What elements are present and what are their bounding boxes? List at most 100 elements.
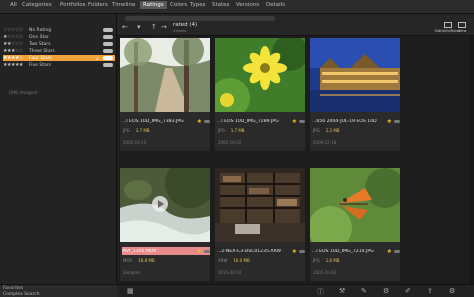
adjust-icon[interactable]: ⚙ bbox=[383, 287, 389, 295]
rating-label: Five Stars bbox=[29, 62, 51, 68]
star-icon: ★ bbox=[291, 117, 297, 125]
top-tab-bar: All Categories Portfolios Folders Timeli… bbox=[0, 0, 474, 14]
file-date: Samples bbox=[123, 270, 141, 275]
tab-ratings[interactable]: Ratings bbox=[140, 1, 167, 9]
left-bottom-panel: Favorites Complex Search bbox=[0, 284, 117, 297]
file-date: 2004-12-18 bbox=[313, 140, 337, 145]
settings-icon[interactable]: ⚙ bbox=[449, 287, 455, 295]
tab-states[interactable]: States bbox=[212, 2, 229, 8]
thumbnail-card[interactable]: ...2-NEX-C3-DSC01235.ARW ★ ARW 16.0 MB 201… bbox=[215, 168, 305, 281]
thumbnail-card[interactable]: ...l EOS 10D_IMG_7214.JPG ★ JPG 1.6 MB 200… bbox=[310, 168, 400, 281]
file-date: 2005-10-02 bbox=[313, 270, 337, 275]
star-icon: ★ bbox=[386, 117, 392, 125]
rating-label: No Rating bbox=[29, 27, 52, 33]
count-pill bbox=[103, 49, 113, 53]
file-type: JPG bbox=[123, 128, 130, 133]
file-size: 2.2 MB bbox=[325, 128, 340, 133]
stars-icon: ★★★★★ bbox=[3, 62, 23, 68]
rating-label: Four Stars bbox=[29, 55, 52, 61]
thumbnail-image bbox=[310, 168, 400, 242]
file-name-text: ...l EOS 10D_IMG_7214.JPG bbox=[312, 248, 374, 254]
thumbnail-card[interactable]: MVI_1305.MOV ★ MOV 18.8 MB Samples bbox=[120, 168, 210, 281]
file-name-text: ...l EOS 10D_IMG_7289.JPG bbox=[217, 118, 279, 124]
rating-label: One Star bbox=[29, 34, 49, 40]
vertical-scrollbar[interactable] bbox=[470, 36, 474, 284]
flag-icon bbox=[299, 119, 305, 123]
file-type: JPG bbox=[313, 258, 320, 263]
rating-row-four[interactable]: ★★★★☆ Four Stars × bbox=[3, 55, 115, 61]
file-name-text: ...l EOS 10D_IMG_7383.JPG bbox=[122, 118, 184, 124]
grid-view-icon[interactable]: ▦ bbox=[127, 287, 134, 295]
grid-icon bbox=[458, 22, 467, 28]
filter-icon[interactable]: ▾ bbox=[137, 23, 141, 31]
close-icon[interactable]: × bbox=[96, 56, 99, 61]
file-size: 16.0 MB bbox=[233, 258, 250, 263]
browser-toolbar: ← ▾ ↑ → rated (4) 4 items Edit/Info/Rule… bbox=[117, 14, 474, 36]
thumbnail-image bbox=[120, 168, 210, 242]
file-size: 1.7 MB bbox=[230, 128, 245, 133]
panel-icon bbox=[443, 22, 452, 28]
tab-versions[interactable]: Versions bbox=[236, 2, 259, 8]
file-type: MOV bbox=[123, 258, 133, 263]
rating-row-one[interactable]: ★☆☆☆☆ One Star bbox=[3, 34, 115, 40]
view-button[interactable]: View bbox=[458, 22, 466, 33]
tab-folders[interactable]: Folders bbox=[88, 2, 108, 8]
rating-row-five[interactable]: ★★★★★ Five Stars bbox=[3, 62, 115, 68]
file-size: 3.7 MB bbox=[135, 128, 150, 133]
forward-arrow-icon[interactable]: → bbox=[161, 23, 167, 31]
file-name: ...l EOS 10D_IMG_7289.JPG ★ bbox=[217, 117, 305, 125]
tab-details[interactable]: Details bbox=[266, 2, 285, 8]
back-arrow-icon[interactable]: ← bbox=[122, 23, 128, 31]
edit-info-button[interactable]: Edit/Info/Rules bbox=[435, 22, 460, 33]
share-icon[interactable]: ⇪ bbox=[427, 287, 433, 295]
tab-categories[interactable]: Categories bbox=[22, 2, 52, 8]
tab-colors[interactable]: Colors bbox=[170, 2, 187, 8]
view-label: View bbox=[458, 29, 467, 33]
thumbnail-card[interactable]: ...l EOS 10D_IMG_7383.JPG ★ JPG 3.7 MB 200… bbox=[120, 38, 210, 151]
file-meta: MOV 18.8 MB bbox=[123, 258, 155, 263]
tab-timeline[interactable]: Timeline bbox=[112, 2, 135, 8]
edit-icon[interactable]: ✎ bbox=[361, 287, 367, 295]
ratings-panel: ☆☆☆☆☆ No Rating ★☆☆☆☆ One Star ★★☆☆☆ Two… bbox=[0, 14, 117, 284]
thumbnail-image bbox=[120, 38, 210, 112]
flag-icon bbox=[204, 119, 210, 123]
count-pill bbox=[103, 63, 113, 67]
file-size: 18.8 MB bbox=[138, 258, 155, 263]
tab-all[interactable]: All bbox=[10, 2, 17, 8]
star-icon: ★ bbox=[196, 117, 202, 125]
file-meta: JPG 1.7 MB bbox=[218, 128, 245, 133]
thumbnail-card[interactable]: ...656 2004-JUL-19 EOS 10D ★ JPG 2.2 MB 20… bbox=[310, 38, 400, 151]
info-icon[interactable]: ⓘ bbox=[317, 287, 324, 297]
file-meta: JPG 2.2 MB bbox=[313, 128, 340, 133]
tab-portfolios[interactable]: Portfolios bbox=[60, 2, 86, 8]
path-subtitle: 4 items bbox=[173, 29, 187, 33]
stars-icon: ★★☆☆☆ bbox=[3, 41, 23, 47]
file-name: ...l EOS 10D_IMG_7214.JPG ★ bbox=[312, 247, 400, 255]
file-type: JPG bbox=[218, 128, 225, 133]
search-input[interactable] bbox=[125, 16, 275, 21]
file-name-text: ...2-NEX-C3-DSC01235.ARW bbox=[217, 248, 282, 254]
rating-row-none[interactable]: ☆☆☆☆☆ No Rating bbox=[3, 27, 115, 33]
flag-icon bbox=[394, 119, 400, 123]
tab-types[interactable]: Types bbox=[190, 2, 206, 8]
favorites-item[interactable]: Favorites bbox=[3, 286, 23, 291]
thumbnail-card[interactable]: ...l EOS 10D_IMG_7289.JPG ★ JPG 1.7 MB 200… bbox=[215, 38, 305, 151]
rating-label: Three Stars bbox=[29, 48, 55, 54]
file-meta: JPG 3.7 MB bbox=[123, 128, 150, 133]
tools-icon[interactable]: ⚒ bbox=[339, 287, 345, 295]
brush-icon[interactable]: ✐ bbox=[405, 287, 411, 295]
flag-icon bbox=[299, 249, 305, 253]
flag-icon bbox=[394, 249, 400, 253]
up-arrow-icon[interactable]: ↑ bbox=[151, 23, 157, 31]
rating-row-two[interactable]: ★★☆☆☆ Two Stars bbox=[3, 41, 115, 47]
star-icon: ★ bbox=[196, 247, 202, 255]
current-path: rated (4) bbox=[173, 22, 198, 28]
edit-info-label: Edit/Info/Rules bbox=[435, 29, 461, 33]
file-name: ...656 2004-JUL-19 EOS 10D ★ bbox=[312, 117, 400, 125]
rating-label: Two Stars bbox=[29, 41, 51, 47]
rating-row-three[interactable]: ★★★☆☆ Three Stars bbox=[3, 48, 115, 54]
complex-search-item[interactable]: Complex Search bbox=[3, 292, 40, 297]
file-date: 2005-10-15 bbox=[123, 140, 147, 145]
stars-icon: ★☆☆☆☆ bbox=[3, 34, 23, 40]
file-meta: JPG 1.6 MB bbox=[313, 258, 340, 263]
